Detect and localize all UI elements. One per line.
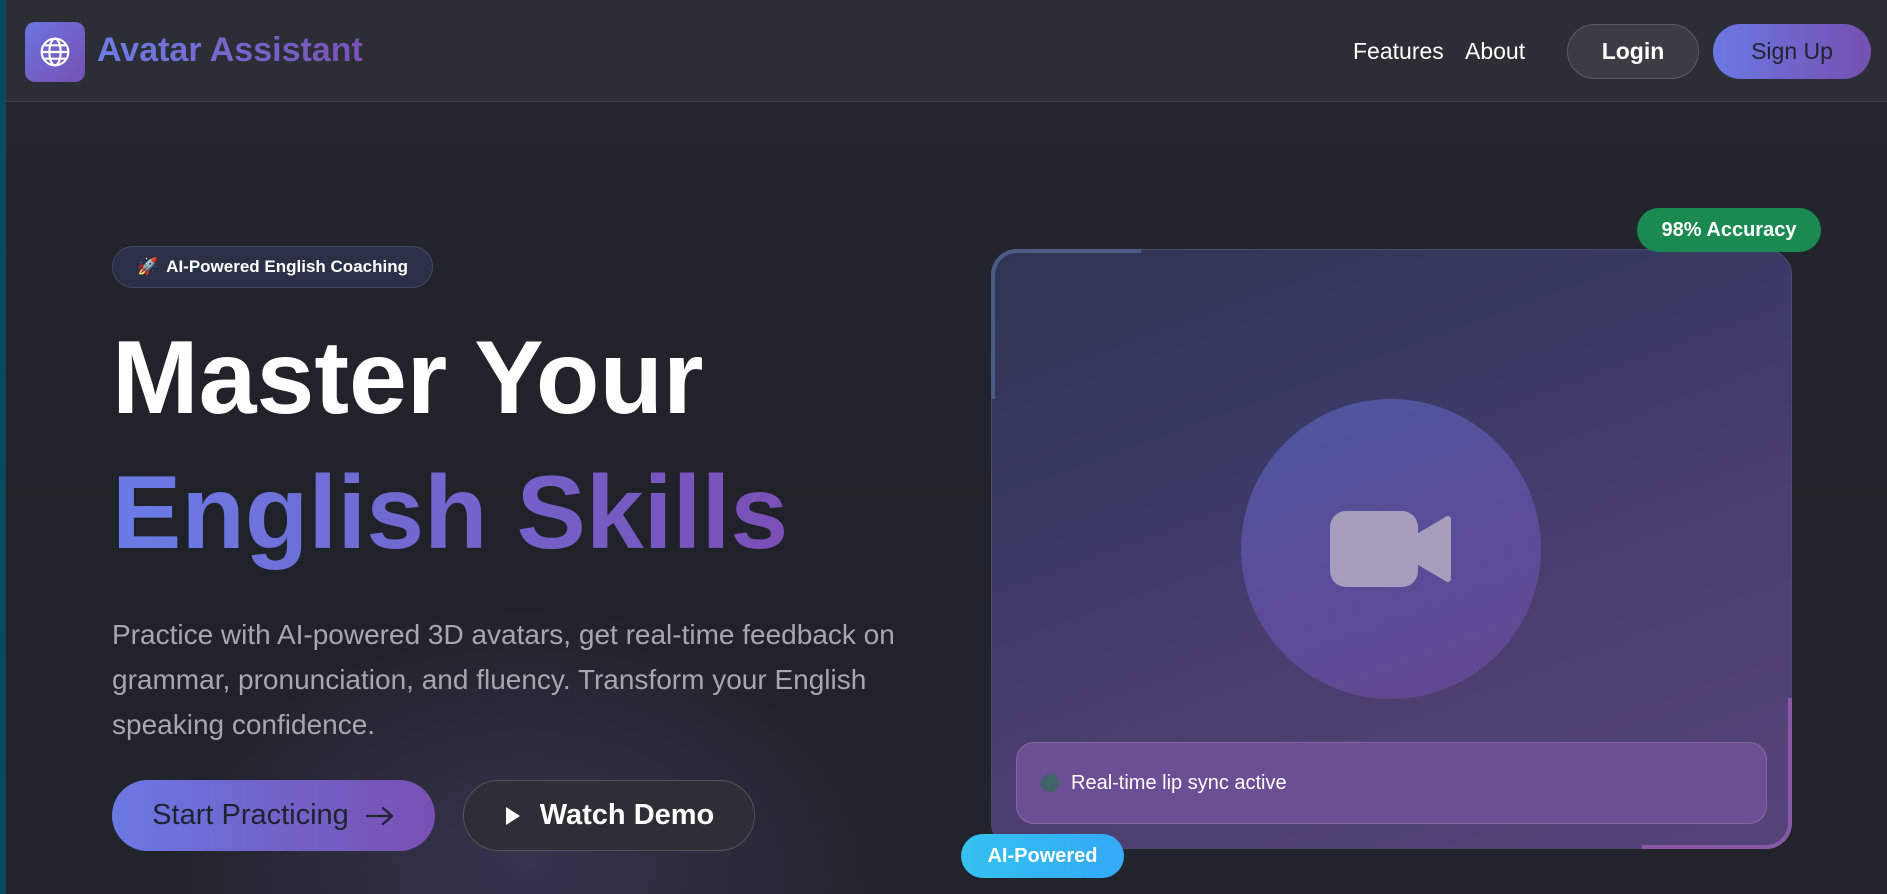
hero-description: Practice with AI-powered 3D avatars, get… <box>112 619 895 740</box>
start-practicing-label: Start Practicing <box>152 799 349 831</box>
lip-sync-status-bar: Real-time lip sync active <box>1016 742 1767 824</box>
rocket-icon: 🚀 <box>137 257 159 276</box>
ai-powered-badge: AI-Powered <box>961 834 1124 878</box>
signup-button[interactable]: Sign Up <box>1713 24 1871 79</box>
logo-badge[interactable] <box>25 22 85 82</box>
brand-name[interactable]: Avatar Assistant <box>97 30 363 71</box>
accuracy-badge: 98% Accuracy <box>1637 208 1821 252</box>
coaching-pill-label: AI-Powered English Coaching <box>166 257 408 276</box>
app-frame: Avatar Assistant Features About Login Si… <box>6 0 1887 894</box>
nav-features[interactable]: Features <box>1353 38 1444 66</box>
signup-button-label: Sign Up <box>1751 38 1833 64</box>
nav-about[interactable]: About <box>1465 38 1525 66</box>
avatar-video-circle[interactable] <box>1241 399 1541 699</box>
login-button-label: Login <box>1601 38 1665 64</box>
top-navbar: Avatar Assistant Features About Login Si… <box>6 0 1887 102</box>
coaching-pill: 🚀 AI-Powered English Coaching <box>112 246 433 288</box>
globe-icon <box>40 37 70 67</box>
login-button[interactable]: Login <box>1567 24 1699 79</box>
status-indicator-dot <box>1041 774 1059 792</box>
lip-sync-status-text: Real-time lip sync active <box>1071 771 1287 794</box>
arrow-right-icon <box>365 806 393 825</box>
watch-demo-button[interactable]: Watch Demo <box>463 780 755 851</box>
play-icon <box>505 806 520 825</box>
video-camera-icon <box>1330 511 1451 587</box>
hero-title-line2: English Skills <box>112 455 789 571</box>
start-practicing-button[interactable]: Start Practicing <box>112 780 435 851</box>
watch-demo-label: Watch Demo <box>539 799 715 831</box>
hero-title-line1: Master Your <box>112 320 704 436</box>
